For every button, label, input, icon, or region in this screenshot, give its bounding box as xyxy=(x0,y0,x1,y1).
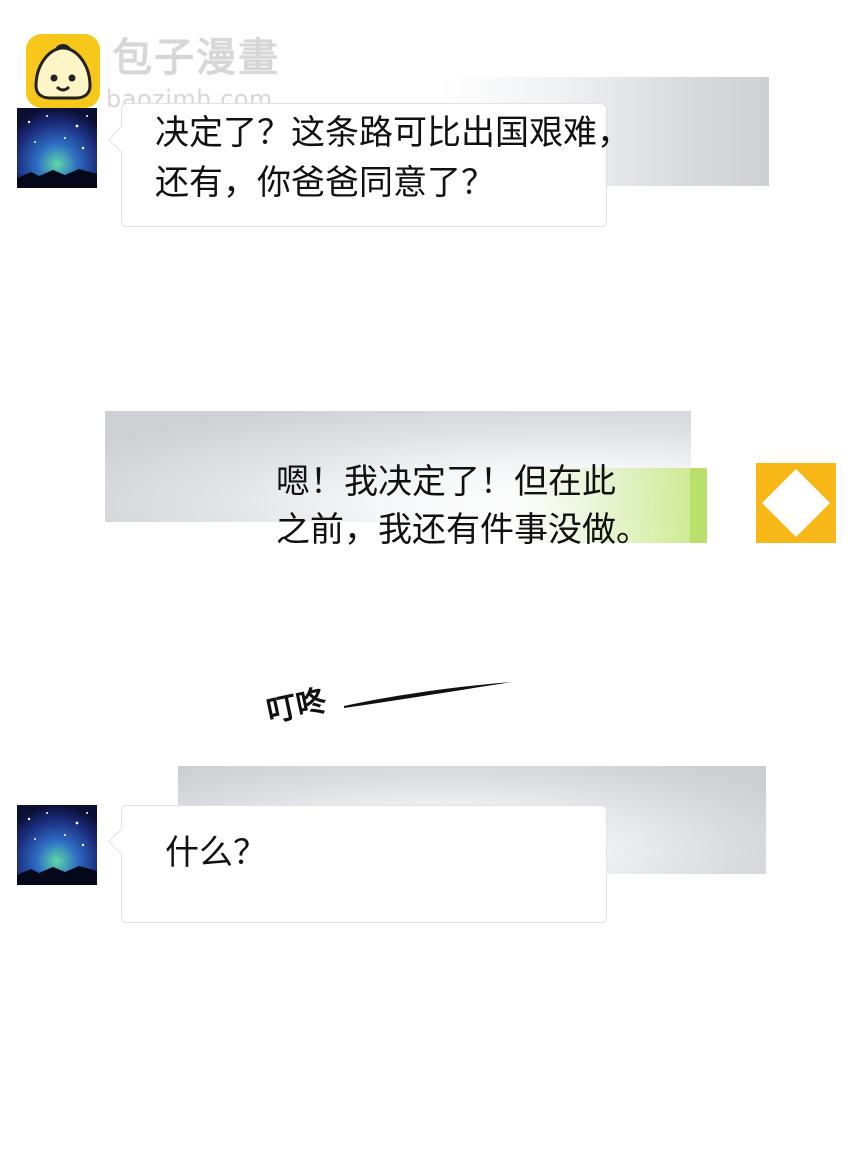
baozi-logo-icon xyxy=(26,34,100,108)
message-text: 决定了？这条路可比出国艰难， 还有，你爸爸同意了？ xyxy=(155,113,631,203)
starry-sky-avatar-icon[interactable] xyxy=(17,108,97,188)
motion-line xyxy=(344,682,512,708)
watermark-brand: 包子漫畫 xyxy=(112,35,280,81)
starry-sky-avatar-icon[interactable] xyxy=(17,805,97,885)
message-text: 什么？ xyxy=(165,833,267,873)
yellow-diamond-avatar-icon[interactable] xyxy=(756,463,836,543)
message-text: 嗯！我决定了！但在此 之前，我还有件事没做。 xyxy=(276,462,650,550)
sound-effect-text: 叮咚 xyxy=(263,683,330,731)
self-bubble-edge xyxy=(690,468,707,543)
